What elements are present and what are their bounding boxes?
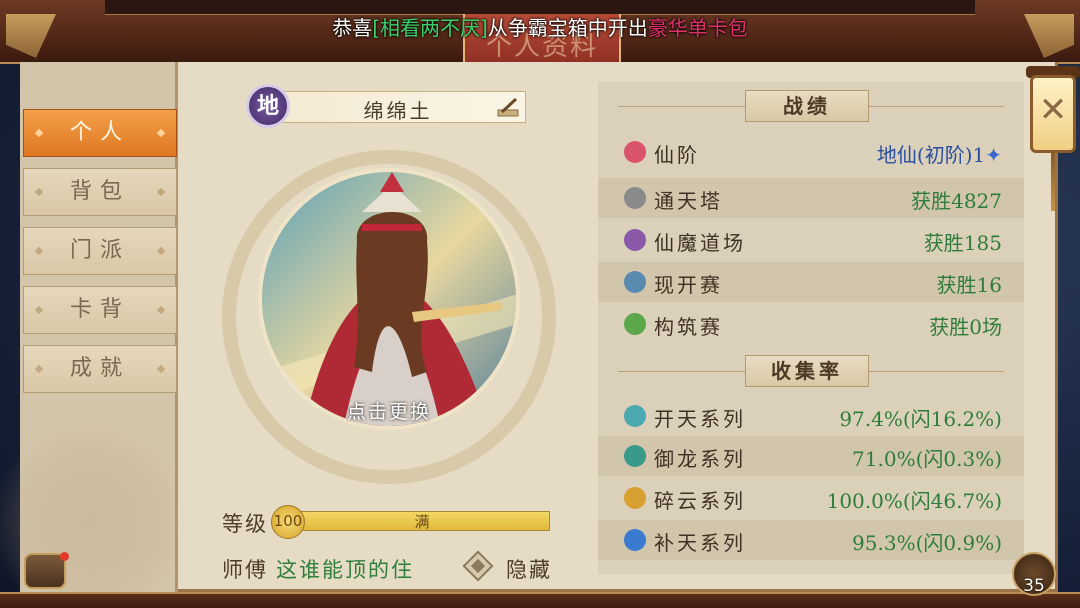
collection-row-butian: 补天系列 95.3%(闪0.9%) <box>598 520 1024 560</box>
notification-dot <box>60 552 69 561</box>
announcement-player: [相看两不厌] <box>372 16 488 40</box>
sidebar-item-label: 个人 <box>69 120 130 145</box>
sidebar-item-label: 门派 <box>69 238 130 263</box>
collection-label: 补天系列 <box>654 531 746 555</box>
collection-section-title: 收集率 <box>745 355 869 387</box>
edit-name-icon[interactable] <box>496 94 522 120</box>
record-value: 获胜185 <box>923 231 1002 255</box>
record-label: 通天塔 <box>654 189 723 213</box>
swords-icon <box>624 229 646 251</box>
record-row-draft: 构筑赛 获胜0场 <box>598 304 1024 344</box>
leaf-icon <box>624 313 646 335</box>
diamond-icon <box>34 187 44 197</box>
star-icon <box>624 141 646 163</box>
record-label: 仙魔道场 <box>654 231 746 255</box>
announcement-ticker: 恭喜[相看两不厌]从争霸宝箱中开出豪华单卡包 <box>0 12 1080 41</box>
diamond-icon <box>34 246 44 256</box>
announcement-item: 豪华单卡包 <box>647 16 748 40</box>
level-badge: 100 <box>271 505 305 539</box>
warrior-portrait-image <box>262 172 516 426</box>
sidebar-item-sect[interactable]: 门派 <box>23 227 177 275</box>
diamond-icon <box>156 128 166 138</box>
sidebar-item-backpack[interactable]: 背包 <box>23 168 177 216</box>
record-value: 获胜4827 <box>911 189 1002 213</box>
collection-row-yulong: 御龙系列 71.0%(闪0.3%) <box>598 436 1024 476</box>
change-portrait-label[interactable]: 点击更换 <box>258 397 520 424</box>
cloud-swirl-icon <box>624 487 646 509</box>
level-full-label: 满 <box>414 513 430 531</box>
collection-row-kaitian: 开天系列 97.4%(闪16.2%) <box>598 396 1024 436</box>
diamond-icon <box>156 305 166 315</box>
face-icon <box>624 271 646 293</box>
announcement-middle: 从争霸宝箱中开出 <box>487 16 648 40</box>
player-name: 绵绵土 <box>363 99 433 123</box>
currency-count: 35 <box>1023 576 1045 596</box>
record-label: 仙阶 <box>654 143 700 167</box>
collection-value: 95.3%(闪0.9%) <box>852 531 1002 555</box>
bottom-frame <box>0 592 1080 608</box>
level-label: 等级 <box>222 512 268 536</box>
record-section-title: 战绩 <box>745 90 869 122</box>
collection-label: 开天系列 <box>654 407 746 431</box>
tower-icon <box>624 187 646 209</box>
lantern-tassel <box>1051 153 1055 211</box>
diamond-icon <box>34 128 44 138</box>
record-label: 构筑赛 <box>654 315 723 339</box>
sidebar-item-label: 卡背 <box>69 297 130 322</box>
collection-label: 碎云系列 <box>654 489 746 513</box>
collection-value: 97.4%(闪16.2%) <box>839 407 1002 431</box>
collection-value: 71.0%(闪0.3%) <box>852 447 1002 471</box>
master-name[interactable]: 这谁能顶的住 <box>276 558 414 582</box>
cloud-icon <box>624 529 646 551</box>
feather-icon <box>624 405 646 427</box>
record-value: 地仙(初阶)1✦ <box>877 139 1002 168</box>
diamond-icon <box>156 246 166 256</box>
record-row-sealed: 现开赛 获胜16 <box>598 262 1024 302</box>
collection-row-suiyun: 碎云系列 100.0%(闪46.7%) <box>598 478 1024 518</box>
close-icon[interactable]: ✕ <box>1030 90 1076 130</box>
rank-value: 地仙(初阶)1 <box>876 143 986 167</box>
sidebar-item-personal[interactable]: 个人 <box>23 109 177 157</box>
sidebar-item-achievements[interactable]: 成就 <box>23 345 177 393</box>
master-row: 师傅 这谁能顶的住 <box>222 554 414 584</box>
master-label: 师傅 <box>222 558 268 582</box>
dragon-icon <box>624 445 646 467</box>
avatar-portrait[interactable] <box>258 168 520 430</box>
record-row-tower: 通天塔 获胜4827 <box>598 178 1024 218</box>
hide-toggle-diamond-icon[interactable] <box>462 550 494 582</box>
sparkle-star-icon: ✦ <box>985 143 1002 167</box>
record-label: 现开赛 <box>654 273 723 297</box>
record-row-rank: 仙阶 地仙(初阶)1✦ <box>598 132 1024 172</box>
game-screen: 个人资料 恭喜[相看两不厌]从争霸宝箱中开出豪华单卡包 个人 背包 门派 卡背 … <box>0 0 1080 608</box>
hide-label: 隐藏 <box>506 558 552 582</box>
record-row-arena: 仙魔道场 获胜185 <box>598 220 1024 260</box>
record-value: 获胜16 <box>936 273 1002 297</box>
sidebar-item-label: 成就 <box>69 356 130 381</box>
collection-label: 御龙系列 <box>654 447 746 471</box>
diamond-icon <box>156 364 166 374</box>
collection-value: 100.0%(闪46.7%) <box>826 489 1002 513</box>
diamond-icon <box>34 364 44 374</box>
element-earth-badge: 地 <box>246 84 290 128</box>
sidebar-item-card-back[interactable]: 卡背 <box>23 286 177 334</box>
diamond-icon <box>156 187 166 197</box>
level-progress-bar: 满 <box>292 511 550 531</box>
record-value: 获胜0场 <box>929 315 1002 339</box>
player-name-bar: 绵绵土 <box>268 91 526 123</box>
diamond-icon <box>34 305 44 315</box>
announcement-prefix: 恭喜 <box>332 16 373 40</box>
sidebar-item-label: 背包 <box>69 179 130 204</box>
